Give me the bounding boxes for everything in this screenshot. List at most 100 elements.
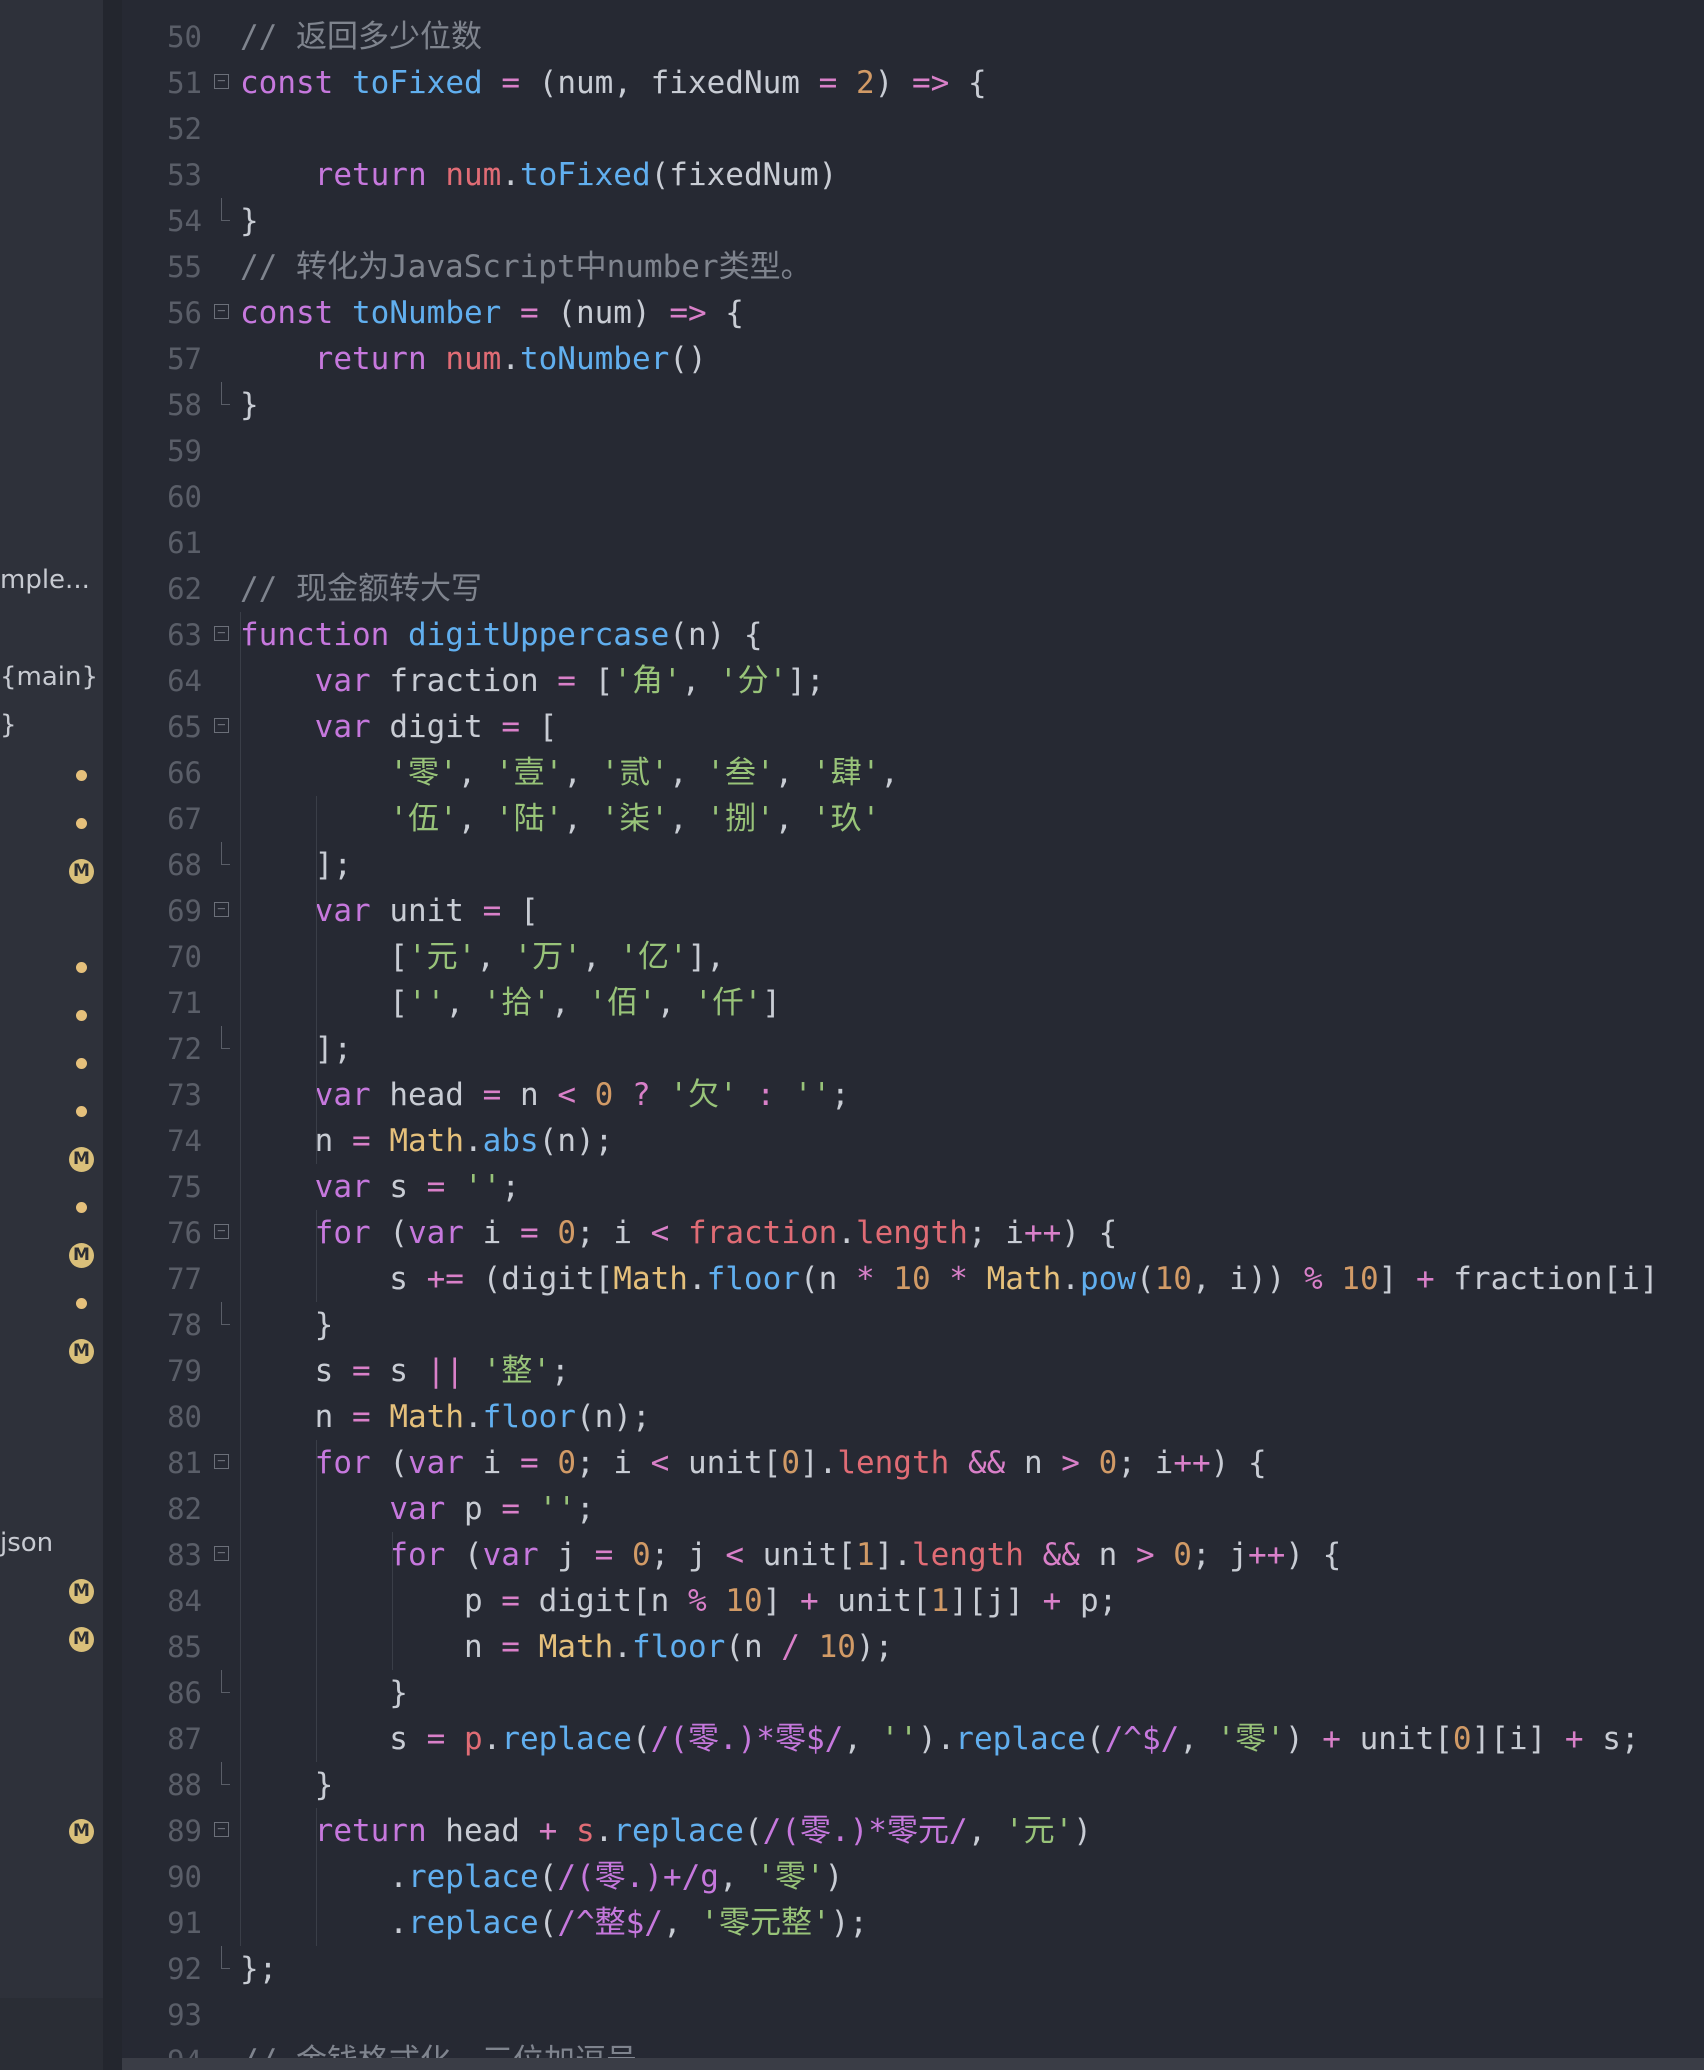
line-number: 66 — [167, 756, 202, 790]
code-token: => — [911, 65, 950, 101]
code-token: [ — [240, 939, 408, 975]
indent-guide — [316, 796, 317, 980]
code-token: ) { — [1285, 1537, 1342, 1573]
line-number: 73 — [167, 1078, 202, 1112]
code-text: '零', '壹', '贰', '叁', '肆', — [240, 750, 899, 796]
fold-toggle-icon[interactable]: − — [214, 1822, 229, 1837]
code-editor[interactable]: 50// 返回多少位数 51− const toFixed = (num, fixe… — [122, 0, 1704, 2070]
code-token: 0 — [557, 1215, 576, 1251]
code-token: s — [240, 1353, 352, 1389]
code-text: var head = n < 0 ? '欠' : ''; — [240, 1072, 850, 1118]
file-tree-item[interactable]: json — [0, 1528, 53, 1558]
code-token: var — [407, 1445, 464, 1481]
code-text: } — [240, 1670, 408, 1716]
code-token: , — [668, 755, 707, 791]
code-token: 10 — [1341, 1261, 1379, 1297]
code-token: . — [501, 341, 520, 377]
line-number: 62 — [167, 572, 202, 606]
code-token: + — [1322, 1721, 1341, 1757]
indent-guide — [392, 1532, 393, 1670]
code-token: ) { — [1210, 1445, 1267, 1481]
fold-end-icon — [221, 382, 230, 405]
code-token: 10 — [893, 1261, 931, 1297]
fold-toggle-icon[interactable]: − — [214, 304, 229, 319]
code-token: '角' — [613, 663, 682, 699]
code-text: s = p.replace(/(零.)*零$/, '').replace(/^$… — [240, 1716, 1639, 1762]
code-token: , — [476, 939, 514, 975]
code-token: ++ — [1247, 1537, 1286, 1573]
line-number: 51 — [167, 66, 202, 100]
line-number: 54 — [167, 204, 202, 238]
code-token: s — [240, 1261, 427, 1297]
code-text: // 转化为JavaScript中number类型。 — [240, 244, 812, 290]
code-token: unit[ — [1340, 1721, 1453, 1757]
code-text: ['元', '万', '亿'], — [240, 934, 725, 980]
indent-guide — [316, 1210, 317, 1302]
code-token: = — [818, 65, 838, 101]
code-token: '' — [407, 985, 446, 1021]
code-text: ]; — [240, 842, 352, 888]
line-number: 79 — [167, 1354, 202, 1388]
fold-end-icon — [221, 1302, 230, 1325]
fold-toggle-icon[interactable]: − — [214, 1546, 229, 1561]
code-token: fraction — [688, 1215, 838, 1251]
code-text: for (var i = 0; i < unit[0].length && n … — [240, 1440, 1267, 1486]
code-token: /^整$/ — [557, 1905, 663, 1941]
code-token: return — [314, 1813, 427, 1849]
fold-toggle-icon[interactable]: − — [214, 1224, 229, 1239]
code-token: (fixedNum) — [650, 157, 838, 193]
code-token: , — [774, 801, 812, 837]
indent-guide — [316, 980, 317, 1164]
code-token: n — [501, 1077, 558, 1113]
changed-dot-icon — [76, 1202, 87, 1213]
code-token: digit — [370, 709, 502, 745]
indent-guide — [316, 1440, 317, 1762]
code-token: '亿' — [619, 939, 688, 975]
file-tree-item[interactable]: mple... — [0, 565, 90, 595]
horizontal-scrollbar[interactable] — [122, 2058, 1704, 2070]
code-token: return — [314, 157, 427, 193]
code-token: = — [594, 1537, 614, 1573]
changed-dot-icon — [76, 1010, 87, 1021]
file-tree-item[interactable]: {main} — [0, 662, 98, 692]
code-token: var — [407, 1215, 464, 1251]
code-token: ); — [855, 1629, 894, 1665]
code-token: ][i] — [1471, 1721, 1565, 1757]
code-token: Math — [389, 1123, 464, 1159]
line-number: 90 — [167, 1860, 202, 1894]
fold-toggle-icon[interactable]: − — [214, 626, 229, 641]
code-token: ][j] — [949, 1583, 1043, 1619]
code-token: [ — [519, 709, 558, 745]
code-token: (n); — [538, 1123, 614, 1159]
code-token: 0 — [1098, 1445, 1118, 1481]
code-token: replace — [613, 1813, 744, 1849]
code-token: '捌' — [706, 801, 775, 837]
code-token: length — [911, 1537, 1024, 1573]
indent-guide — [316, 1808, 317, 1946]
line-number: 50 — [167, 20, 202, 54]
fold-end-icon — [221, 1762, 230, 1785]
sidebar-divider[interactable] — [103, 0, 122, 2070]
fold-toggle-icon[interactable]: − — [214, 902, 229, 917]
fold-toggle-icon[interactable]: − — [214, 74, 229, 89]
code-token: fraction[i] — [1434, 1261, 1659, 1297]
line-number: 82 — [167, 1492, 202, 1526]
fold-end-icon — [221, 198, 230, 221]
file-tree-item[interactable]: } — [0, 710, 17, 740]
code-token: length — [837, 1445, 950, 1481]
fold-toggle-icon[interactable]: − — [214, 1454, 229, 1469]
code-text: for (var j = 0; j < unit[1].length && n … — [240, 1532, 1341, 1578]
code-text: var digit = [ — [240, 704, 558, 750]
fold-toggle-icon[interactable]: − — [214, 718, 229, 733]
code-text: function digitUppercase(n) { — [240, 612, 763, 658]
code-token: { — [949, 65, 987, 101]
line-number: 93 — [167, 1998, 202, 2032]
code-token: ( — [370, 1215, 408, 1251]
fold-end-icon — [221, 1946, 230, 1969]
code-token: ; — [550, 1353, 570, 1389]
